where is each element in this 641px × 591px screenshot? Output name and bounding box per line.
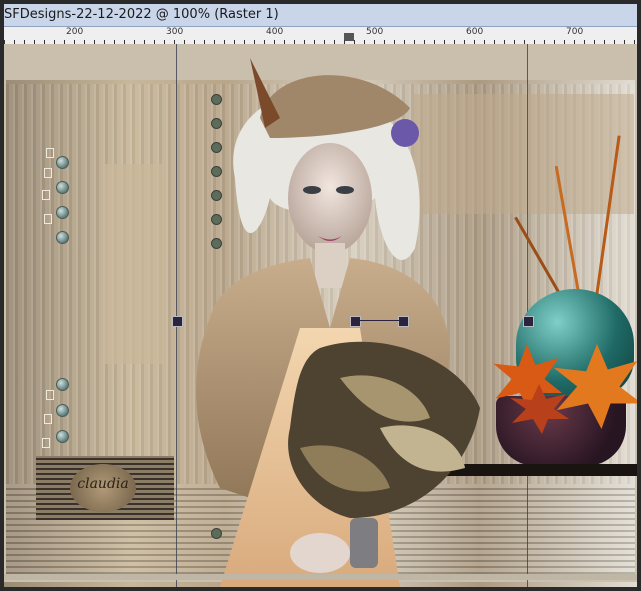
ruler-cursor-marker [344,33,354,41]
horizontal-ruler[interactable]: 200 300 400 500 600 700 [4,27,637,45]
bead-icon [56,206,69,219]
bead-icon [56,181,69,194]
square-outline-icon [46,390,54,400]
claudia-watermark: claudia [36,456,174,520]
transform-handle-right-inner[interactable] [398,316,409,327]
square-outline-icon [42,190,50,200]
ruler-label-700: 700 [566,27,584,37]
transform-line [356,320,404,321]
bead-icon [56,378,69,391]
watermark-text: claudia [77,476,129,492]
ruler-label-600: 600 [466,27,484,37]
transform-handle-right[interactable] [523,316,534,327]
square-outline-icon [44,414,52,424]
bead-icon [56,156,69,169]
ruler-label-500: 500 [366,27,384,37]
square-outline-icon [44,168,52,178]
transform-handle-center[interactable] [350,316,361,327]
woman-figure [196,58,480,587]
bead-icon [56,404,69,417]
window-title: SFDesigns-22-12-2022 @ 100% (Raster 1) [4,7,279,22]
bead-icon [56,231,69,244]
bottom-frame-band [4,574,637,580]
image-canvas[interactable]: claudia [4,44,637,587]
image-window: SFDesigns-22-12-2022 @ 100% (Raster 1) 2… [0,0,641,591]
ruler-label-400: 400 [266,27,284,37]
window-titlebar[interactable]: SFDesigns-22-12-2022 @ 100% (Raster 1) [4,4,637,27]
transform-handle-left[interactable] [172,316,183,327]
square-outline-icon [46,148,54,158]
ruler-label-300: 300 [166,27,184,37]
square-outline-icon [44,214,52,224]
bead-icon [56,430,69,443]
ruler-label-200: 200 [66,27,84,37]
square-outline-icon [42,438,50,448]
